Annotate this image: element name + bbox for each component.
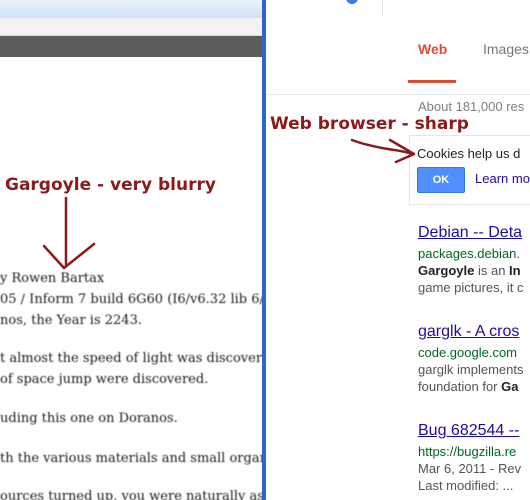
annotation-web-browser: Web browser - sharp [270, 114, 469, 134]
down-arrow-head [42, 242, 96, 270]
annotation-arrows [42, 138, 416, 270]
annotation-gargoyle: Gargoyle - very blurry [5, 175, 216, 195]
